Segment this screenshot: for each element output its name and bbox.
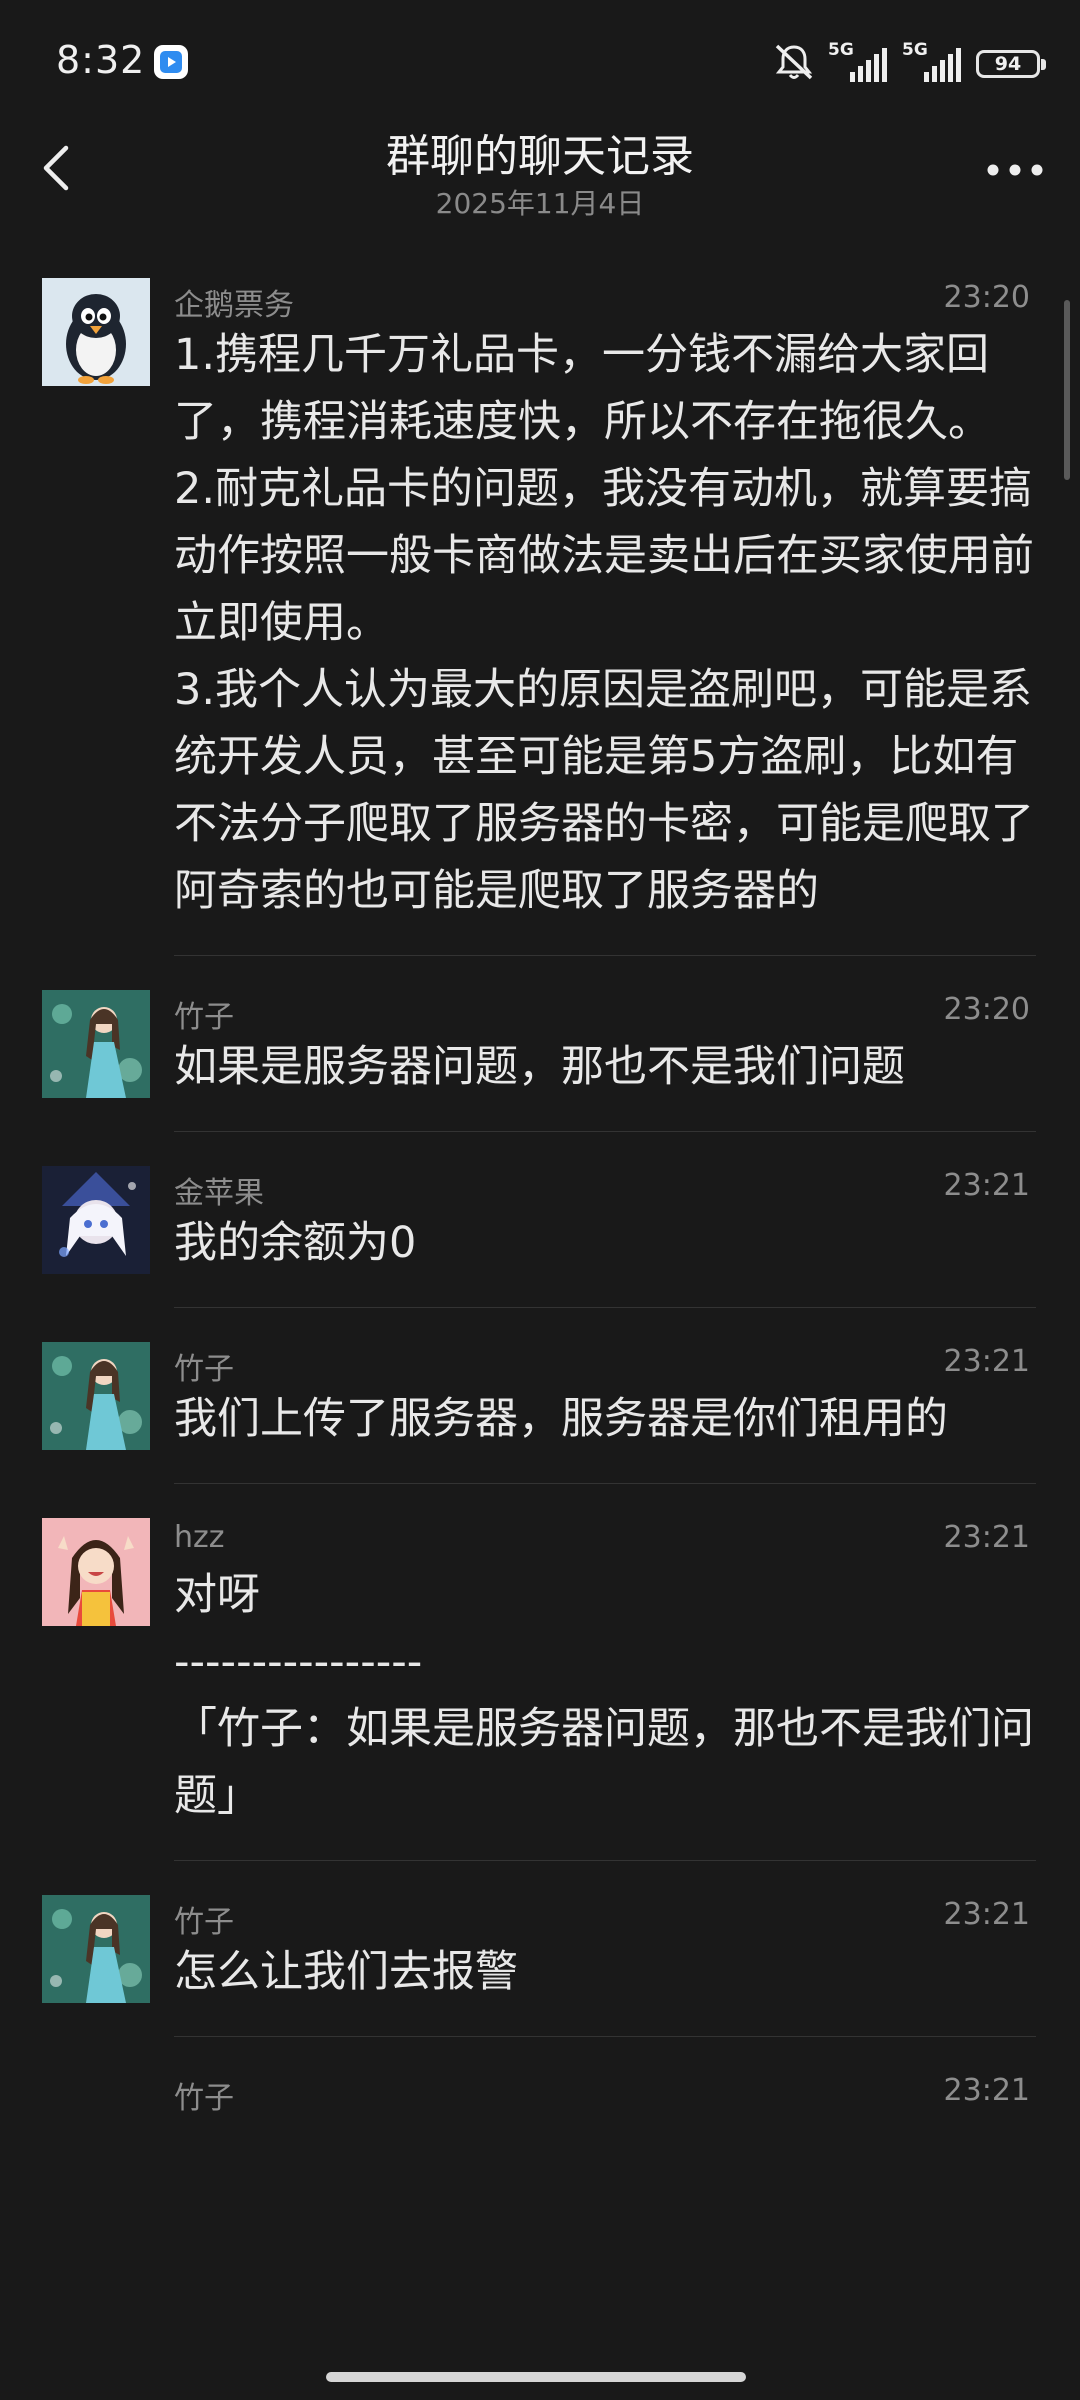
sender-name: 金苹果 (174, 1176, 264, 1211)
divider (174, 955, 1036, 956)
status-time: 8:32 (56, 38, 146, 82)
message-time: 23:20 (943, 280, 1030, 315)
app-notification-icon (154, 45, 188, 79)
sender-name: 竹子 (174, 1352, 234, 1387)
message-item[interactable]: 竹子 23:21 怎么让我们去报警 (0, 1889, 1080, 2037)
message-text[interactable]: 怎么让我们去报警 (174, 1939, 1036, 2006)
message-time: 23:21 (943, 2073, 1030, 2108)
message-item[interactable]: 竹子 23:20 如果是服务器问题，那也不是我们问题 (0, 984, 1080, 1132)
status-bar: 8:32 5G 5G 94 (0, 0, 1080, 128)
header: 群聊的聊天记录 2025年11月4日 (0, 110, 1080, 230)
status-icons: 5G 5G 94 (772, 40, 1046, 88)
message-text[interactable]: 如果是服务器问题，那也不是我们问题 (174, 1034, 1036, 1101)
sender-name: 竹子 (174, 2081, 234, 2116)
girl-green-avatar[interactable] (42, 1895, 150, 2003)
girl-green-avatar[interactable] (42, 1342, 150, 1450)
message-list[interactable]: 企鹅票务 23:20 1.携程几千万礼品卡，一分钱不漏给大家回了，携程消耗速度快… (0, 272, 1080, 2116)
message-text[interactable]: 对呀 ---------------- 「竹子：如果是服务器问题，那也不是我们问… (174, 1562, 1036, 1830)
divider (174, 1131, 1036, 1132)
divider (174, 1860, 1036, 1861)
girl-green-avatar[interactable] (42, 990, 150, 1098)
message-item[interactable]: 竹子 23:21 我们上传了服务器，服务器是你们租用的 (0, 1336, 1080, 1484)
signal-5g-1: 5G (828, 40, 890, 84)
message-item[interactable]: 金苹果 23:21 我的余额为0 (0, 1160, 1080, 1308)
page-subtitle-date: 2025年11月4日 (435, 187, 645, 220)
message-item[interactable]: 竹子 23:21 (0, 2065, 1080, 2116)
sender-name: 企鹅票务 (174, 288, 294, 323)
anime-blue-avatar[interactable] (42, 1166, 150, 1274)
sender-name: 竹子 (174, 1000, 234, 1035)
penguin-avatar[interactable] (42, 278, 150, 386)
message-text[interactable]: 我们上传了服务器，服务器是你们租用的 (174, 1386, 1036, 1453)
sender-name: 竹子 (174, 1905, 234, 1940)
scrollbar[interactable] (1064, 300, 1070, 480)
message-time: 23:21 (943, 1344, 1030, 1379)
message-time: 23:21 (943, 1897, 1030, 1932)
battery-icon: 94 (976, 50, 1046, 78)
divider (174, 1483, 1036, 1484)
battery-level: 94 (994, 53, 1022, 75)
divider (174, 2036, 1036, 2037)
sender-name: hzz (174, 1520, 225, 1555)
message-text[interactable]: 1.携程几千万礼品卡，一分钱不漏给大家回了，携程消耗速度快，所以不存在拖很久。 … (174, 322, 1036, 925)
message-text[interactable]: 我的余额为0 (174, 1210, 1036, 1277)
divider (174, 1307, 1036, 1308)
chat-history-screen: 8:32 5G 5G 94 群聊的聊天记录 2025年11月4日 企鹅票务 23… (0, 0, 1080, 2400)
message-time: 23:21 (943, 1168, 1030, 1203)
page-title: 群聊的聊天记录 (386, 131, 694, 182)
message-time: 23:21 (943, 1520, 1030, 1555)
message-item[interactable]: 企鹅票务 23:20 1.携程几千万礼品卡，一分钱不漏给大家回了，携程消耗速度快… (0, 272, 1080, 956)
more-options-button[interactable] (980, 145, 1050, 195)
message-time: 23:20 (943, 992, 1030, 1027)
mute-bell-icon (772, 42, 816, 86)
girl-pink-avatar[interactable] (42, 1518, 150, 1626)
message-item[interactable]: hzz 23:21 对呀 ---------------- 「竹子：如果是服务器… (0, 1512, 1080, 1861)
signal-5g-2: 5G (902, 40, 964, 84)
home-indicator[interactable] (326, 2372, 746, 2382)
more-dots-icon (987, 164, 1043, 176)
